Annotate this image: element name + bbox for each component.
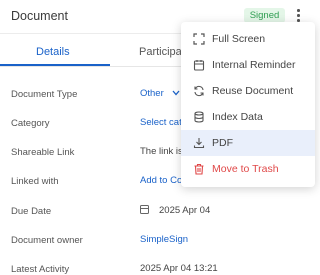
- document-type-value: Other: [140, 88, 164, 99]
- menu-item-move-to-trash[interactable]: Move to Trash: [181, 156, 315, 182]
- calendar-icon: [193, 60, 205, 71]
- field-label-document-type: Document Type: [11, 89, 78, 100]
- field-label-category: Category: [11, 118, 50, 129]
- download-icon: [193, 138, 205, 149]
- due-date-value[interactable]: 2025 Apr 04: [159, 205, 210, 216]
- menu-item-full-screen[interactable]: Full Screen: [181, 26, 315, 52]
- expand-icon: [193, 33, 205, 45]
- menu-item-pdf[interactable]: PDF: [181, 130, 315, 156]
- menu-item-label: Move to Trash: [212, 163, 279, 175]
- active-tab-indicator: [0, 64, 110, 66]
- refresh-icon: [194, 85, 204, 97]
- category-select[interactable]: Select cat: [140, 117, 182, 128]
- chevron-down-icon: [172, 91, 180, 96]
- menu-item-internal-reminder[interactable]: Internal Reminder: [181, 52, 315, 78]
- add-to-link[interactable]: Add to Co: [140, 175, 182, 186]
- tab-details[interactable]: Details: [36, 46, 70, 58]
- document-type-select[interactable]: Other: [140, 88, 180, 99]
- trash-icon: [194, 163, 204, 175]
- options-menu: Full Screen Internal Reminder Reuse Docu…: [181, 22, 315, 187]
- field-label-document-owner: Document owner: [11, 235, 83, 246]
- menu-item-label: Full Screen: [212, 33, 266, 45]
- tab-participants[interactable]: Participa: [139, 46, 182, 58]
- database-icon: [194, 111, 204, 123]
- menu-item-label: PDF: [212, 137, 233, 149]
- menu-item-index-data[interactable]: Index Data: [181, 104, 315, 130]
- document-owner-link[interactable]: SimpleSign: [140, 234, 188, 245]
- field-label-linked-with: Linked with: [11, 176, 59, 187]
- menu-item-label: Reuse Document: [212, 85, 294, 97]
- field-label-due-date: Due Date: [11, 206, 52, 217]
- latest-activity-value: 2025 Apr 04 13:21: [140, 263, 218, 274]
- shareable-link-text: The link is: [140, 146, 183, 157]
- field-label-shareable-link: Shareable Link: [11, 147, 75, 158]
- field-label-latest-activity: Latest Activity: [11, 264, 70, 275]
- calendar-icon: [140, 205, 149, 214]
- menu-item-reuse-document[interactable]: Reuse Document: [181, 78, 315, 104]
- menu-item-label: Internal Reminder: [212, 59, 296, 71]
- menu-item-label: Index Data: [212, 111, 263, 123]
- page-title: Document: [11, 9, 68, 23]
- status-badge: Signed: [244, 8, 285, 23]
